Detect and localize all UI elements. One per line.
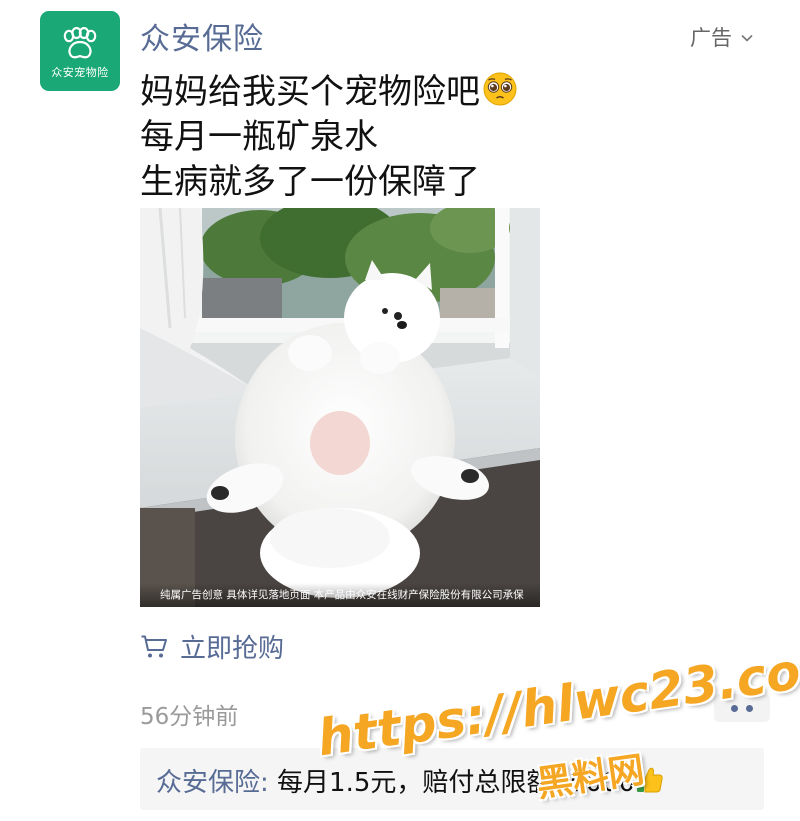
thumbs-up-emoji	[637, 767, 663, 793]
paw-icon	[63, 26, 97, 58]
pomeranian-photo	[140, 208, 540, 607]
buy-now-button[interactable]: 立即抢购	[140, 628, 284, 665]
account-avatar[interactable]: 众安宠物险	[40, 11, 120, 91]
comment-area: 众安保险: 每月1.5元，赔付总限额15000	[140, 748, 764, 810]
shopping-cart-icon	[141, 635, 167, 657]
post-text: 妈妈给我买个宠物险吧 每月一瓶矿泉水 生病就多了一份保障了	[140, 70, 700, 205]
post-line-2: 每月一瓶矿泉水	[140, 117, 378, 157]
comment-author[interactable]: 众安保险	[156, 768, 260, 798]
ad-photo[interactable]: 纯属广告创意 具体详见落地页面 本产品由众安在线财产保险股份有限公司承保	[140, 208, 540, 607]
chevron-down-icon	[741, 34, 753, 42]
post-timestamp: 56分钟前	[140, 704, 239, 730]
comment-separator: :	[260, 768, 278, 798]
post-line-1: 妈妈给我买个宠物险吧	[140, 70, 700, 115]
dot-icon	[746, 704, 753, 712]
buy-now-label: 立即抢购	[180, 634, 285, 664]
dot-icon	[731, 704, 738, 712]
pleading-face-emoji	[483, 72, 517, 106]
wechat-moment-ad: 众安宠物险 众安保险 广告 妈妈给我买个宠物险吧 每月一瓶矿泉水 生病就多了一份…	[0, 0, 800, 821]
ad-tag-label: 广告	[690, 26, 732, 50]
ad-tag-button[interactable]: 广告	[690, 22, 753, 52]
avatar-label: 众安宠物险	[51, 65, 109, 79]
photo-caption: 纯属广告创意 具体详见落地页面 本产品由众安在线财产保险股份有限公司承保	[140, 583, 540, 607]
more-options-button[interactable]	[714, 694, 770, 722]
account-name[interactable]: 众安保险	[140, 14, 264, 58]
comment-text: 每月1.5元，赔付总限额15000	[277, 768, 636, 798]
post-line-3: 生病就多了一份保障了	[140, 162, 480, 202]
